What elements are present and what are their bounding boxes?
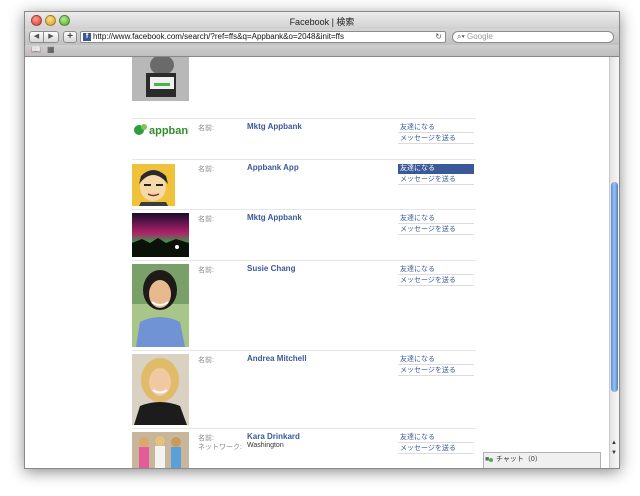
bookmarks-bar: 📖 ▦ bbox=[25, 45, 619, 57]
add-friend-button[interactable]: 友達になる bbox=[398, 433, 474, 443]
cartoon-avatar[interactable] bbox=[132, 164, 189, 206]
name-label: 名前: bbox=[198, 357, 214, 364]
appbank-logo[interactable]: appbank bbox=[132, 121, 189, 139]
bookmarks-book-icon[interactable]: 📖 bbox=[31, 45, 41, 55]
group-photo[interactable] bbox=[132, 432, 189, 468]
aurora-photo[interactable] bbox=[132, 213, 189, 257]
partial-profile-photo[interactable] bbox=[132, 57, 189, 101]
add-bookmark-button[interactable]: + bbox=[63, 31, 77, 43]
add-friend-button[interactable]: 友達になる bbox=[398, 164, 474, 174]
name-label: 名前: bbox=[198, 267, 214, 274]
online-status-icon bbox=[489, 458, 493, 462]
chat-bar[interactable]: ■ チャット（0） bbox=[483, 452, 601, 468]
portrait-woman[interactable] bbox=[132, 264, 189, 347]
back-button[interactable]: ◀ bbox=[29, 31, 44, 43]
window-title: Facebook | 検索 bbox=[289, 17, 355, 27]
name-label: 名前: bbox=[198, 216, 214, 223]
scroll-up-arrow-icon[interactable]: ▲ bbox=[611, 440, 617, 446]
add-friend-button[interactable]: 友達になる bbox=[398, 265, 474, 275]
result-name[interactable]: Mktg Appbank bbox=[247, 122, 302, 131]
name-label: 名前: bbox=[198, 166, 214, 173]
result-name[interactable]: Andrea Mitchell bbox=[247, 354, 307, 363]
facebook-favicon-icon: f bbox=[83, 33, 91, 41]
result-network: Washington bbox=[247, 442, 284, 449]
add-friend-button[interactable]: 友達になる bbox=[398, 123, 474, 133]
send-message-button[interactable]: メッセージを送る bbox=[398, 134, 474, 144]
send-message-button[interactable]: メッセージを送る bbox=[398, 225, 474, 235]
send-message-button[interactable]: メッセージを送る bbox=[398, 366, 474, 376]
result-name[interactable]: Appbank App bbox=[247, 163, 299, 172]
reload-icon[interactable]: ↻ bbox=[435, 32, 442, 42]
top-sites-grid-icon[interactable]: ▦ bbox=[47, 45, 55, 55]
forward-button[interactable]: ▶ bbox=[44, 31, 59, 43]
network-label: ネットワーク: bbox=[198, 444, 242, 451]
search-placeholder[interactable]: Google bbox=[467, 32, 493, 42]
scroll-down-arrow-icon[interactable]: ▼ bbox=[611, 450, 617, 456]
address-bar[interactable]: f http://www.facebook.com/search/?ref=ff… bbox=[80, 31, 446, 43]
result-name[interactable]: Susie Chang bbox=[247, 264, 295, 273]
chat-label: チャット（0） bbox=[496, 456, 542, 463]
search-field[interactable]: ⌕▾ Google bbox=[452, 31, 614, 43]
send-message-button[interactable]: メッセージを送る bbox=[398, 276, 474, 286]
browser-toolbar: ◀ ▶ + f http://www.facebook.com/search/?… bbox=[25, 29, 619, 45]
url-text[interactable]: http://www.facebook.com/search/?ref=ffs&… bbox=[93, 32, 344, 42]
title-bar: Facebook | 検索 bbox=[25, 12, 619, 29]
send-message-button[interactable]: メッセージを送る bbox=[398, 175, 474, 185]
vertical-scrollbar[interactable]: ▲ ▼ bbox=[609, 57, 619, 468]
portrait-blonde[interactable] bbox=[132, 354, 189, 425]
browser-window: Facebook | 検索 ◀ ▶ + f http://www.faceboo… bbox=[24, 11, 620, 469]
partial-photo-image bbox=[132, 57, 189, 101]
add-friend-button[interactable]: 友達になる bbox=[398, 214, 474, 224]
scrollbar-thumb[interactable] bbox=[611, 182, 618, 392]
result-divider bbox=[132, 209, 476, 210]
result-divider bbox=[132, 350, 476, 351]
name-label: 名前: bbox=[198, 125, 214, 132]
send-message-button[interactable]: メッセージを送る bbox=[398, 444, 474, 454]
page-content: appbank 名前: Mktg Appbank 友達になる メッセージを送る … bbox=[25, 57, 609, 468]
result-divider bbox=[132, 118, 476, 119]
add-friend-button[interactable]: 友達になる bbox=[398, 355, 474, 365]
result-name[interactable]: Mktg Appbank bbox=[247, 213, 302, 222]
svg-text:appbank: appbank bbox=[149, 125, 189, 137]
result-divider bbox=[132, 260, 476, 261]
result-name[interactable]: Kara Drinkard bbox=[247, 432, 300, 441]
result-divider bbox=[132, 428, 476, 429]
result-divider bbox=[132, 159, 476, 160]
search-icon: ⌕▾ bbox=[457, 32, 465, 41]
